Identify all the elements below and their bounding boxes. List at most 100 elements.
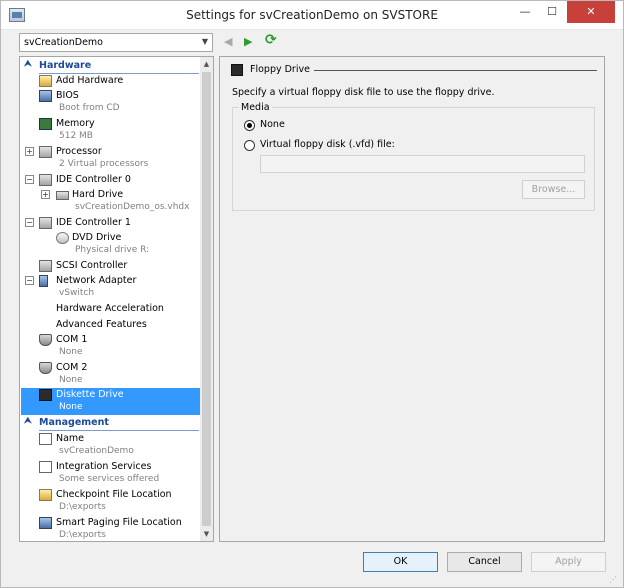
scsi-controller-icon xyxy=(39,260,52,272)
vfd-path-input[interactable] xyxy=(260,155,585,173)
expand-plus-icon[interactable]: + xyxy=(41,190,50,199)
minimize-button[interactable]: — xyxy=(512,1,538,23)
hardware-section-label: Hardware xyxy=(39,60,92,71)
close-button[interactable]: ✕ xyxy=(567,1,615,23)
radio-vfd-label: Virtual floppy disk (.vfd) file: xyxy=(260,139,395,150)
sidebar-item-label: Processor xyxy=(56,146,102,157)
sidebar-item-label: Hardware Acceleration xyxy=(56,303,164,314)
sidebar-item-detail: 512 MB xyxy=(59,131,93,141)
content-header: Floppy Drive xyxy=(228,63,598,79)
sidebar-item-name[interactable]: Name svCreationDemo xyxy=(21,432,201,458)
sidebar-item-ide-controller-0[interactable]: − IDE Controller 0 xyxy=(21,173,201,187)
sidebar-item-processor[interactable]: + Processor 2 Virtual processors xyxy=(21,145,201,171)
floppy-disk-icon xyxy=(231,64,243,76)
sidebar-item-label: Advanced Features xyxy=(56,319,147,330)
sidebar-item-label: COM 1 xyxy=(56,334,88,345)
smart-paging-icon xyxy=(39,517,52,529)
com-port-icon xyxy=(39,334,52,346)
radio-button[interactable] xyxy=(244,140,255,151)
sidebar-item-detail: svCreationDemo xyxy=(59,446,134,456)
sidebar-item-hardware-acceleration[interactable]: Hardware Acceleration xyxy=(21,302,201,316)
maximize-button[interactable]: ☐ xyxy=(539,1,565,23)
sidebar-item-com1[interactable]: COM 1 None xyxy=(21,333,201,359)
sidebar-item-label: Add Hardware xyxy=(56,75,124,86)
header-divider xyxy=(314,70,597,71)
settings-window: Settings for svCreationDemo on SVSTORE —… xyxy=(0,0,624,588)
collapse-minus-icon[interactable]: − xyxy=(25,218,34,227)
window-title: Settings for svCreationDemo on SVSTORE xyxy=(186,8,438,22)
apply-button[interactable]: Apply xyxy=(531,552,606,572)
settings-tree: ⮝ Hardware Add Hardware BIOS Boot from C… xyxy=(19,56,214,542)
sidebar-item-bios[interactable]: BIOS Boot from CD xyxy=(21,89,201,115)
dvd-disc-icon xyxy=(56,232,69,244)
sidebar-item-label: Memory xyxy=(56,118,95,129)
sidebar-item-detail: Physical drive R: xyxy=(75,245,150,255)
back-arrow-icon[interactable]: ◀ xyxy=(224,35,232,48)
vm-select-dropdown[interactable]: svCreationDemo ▼ xyxy=(19,33,213,52)
description-text: Specify a virtual floppy disk file to us… xyxy=(232,87,495,98)
sidebar-item-label: Hard Drive xyxy=(72,189,124,200)
scroll-thumb[interactable] xyxy=(202,72,211,526)
vm-select-value: svCreationDemo xyxy=(24,37,103,48)
bios-icon xyxy=(39,90,52,102)
media-group-box: Media None Virtual floppy disk (.vfd) fi… xyxy=(232,102,595,211)
sidebar-scrollbar[interactable]: ▲ ▼ xyxy=(200,56,214,542)
sidebar-item-label: Integration Services xyxy=(56,461,152,472)
sidebar-item-scsi-controller[interactable]: SCSI Controller xyxy=(21,259,201,273)
radio-button-selected[interactable] xyxy=(244,120,255,131)
management-section-header[interactable]: ⮝ Management xyxy=(21,416,201,431)
sidebar-item-com2[interactable]: COM 2 None xyxy=(21,361,201,387)
collapse-chevron-icon[interactable]: ⮝ xyxy=(24,416,32,426)
radio-none-label: None xyxy=(260,119,285,130)
cancel-button[interactable]: Cancel xyxy=(447,552,522,572)
sidebar-item-label: COM 2 xyxy=(56,362,88,373)
forward-arrow-icon[interactable]: ▶ xyxy=(244,35,252,48)
sidebar-item-detail: Boot from CD xyxy=(59,103,120,113)
processor-icon xyxy=(39,146,52,158)
sidebar-item-diskette-drive[interactable]: Diskette Drive None xyxy=(21,388,200,415)
media-group-label: Media xyxy=(239,102,272,113)
sidebar-item-integration-services[interactable]: Integration Services Some services offer… xyxy=(21,460,201,486)
sidebar-item-add-hardware[interactable]: Add Hardware xyxy=(21,74,201,88)
sidebar-item-memory[interactable]: Memory 512 MB xyxy=(21,117,201,143)
section-divider xyxy=(39,430,199,431)
sidebar-item-detail: vSwitch xyxy=(59,288,95,298)
sidebar-item-label: SCSI Controller xyxy=(56,260,128,271)
sidebar-item-detail: D:\exports xyxy=(59,530,106,540)
sidebar-item-label: DVD Drive xyxy=(72,232,122,243)
browse-button[interactable]: Browse... xyxy=(522,180,585,199)
scroll-up-arrow-icon[interactable]: ▲ xyxy=(200,57,213,71)
resize-grip-icon[interactable]: ⋰ xyxy=(609,575,617,584)
network-adapter-icon xyxy=(39,275,48,287)
sidebar-item-network-adapter[interactable]: − Network Adapter vSwitch xyxy=(21,274,201,300)
sidebar-item-label: Name xyxy=(56,433,85,444)
sidebar-item-label: IDE Controller 1 xyxy=(56,217,131,228)
sidebar-item-label: IDE Controller 0 xyxy=(56,174,131,185)
sidebar-item-label: Checkpoint File Location xyxy=(56,489,172,500)
collapse-chevron-icon[interactable]: ⮝ xyxy=(24,59,32,69)
checkpoint-folder-icon xyxy=(39,489,52,501)
expand-plus-icon[interactable]: + xyxy=(25,147,34,156)
sidebar-item-ide-controller-1[interactable]: − IDE Controller 1 xyxy=(21,216,201,230)
sidebar-item-advanced-features[interactable]: Advanced Features xyxy=(21,318,201,332)
refresh-icon[interactable]: ⟳ xyxy=(265,32,277,48)
ide-controller-icon xyxy=(39,217,52,229)
ide-controller-icon xyxy=(39,174,52,186)
sidebar-item-hard-drive[interactable]: + Hard Drive svCreationDemo_os.vhdx xyxy=(21,188,201,214)
floppy-disk-icon xyxy=(39,389,52,401)
ok-button[interactable]: OK xyxy=(363,552,438,572)
scroll-down-arrow-icon[interactable]: ▼ xyxy=(200,527,213,541)
sidebar-item-checkpoint-location[interactable]: Checkpoint File Location D:\exports xyxy=(21,488,201,514)
sidebar-item-smart-paging-location[interactable]: Smart Paging File Location D:\exports xyxy=(21,516,201,541)
chevron-down-icon: ▼ xyxy=(201,37,208,46)
title-bar: Settings for svCreationDemo on SVSTORE —… xyxy=(1,1,623,30)
settings-content-panel: Floppy Drive Specify a virtual floppy di… xyxy=(219,56,605,542)
sidebar-item-dvd-drive[interactable]: DVD Drive Physical drive R: xyxy=(21,231,201,257)
page-title: Floppy Drive xyxy=(250,64,310,75)
collapse-minus-icon[interactable]: − xyxy=(25,175,34,184)
hardware-section-header[interactable]: ⮝ Hardware xyxy=(21,59,201,74)
collapse-minus-icon[interactable]: − xyxy=(25,276,34,285)
sidebar-item-detail: 2 Virtual processors xyxy=(59,159,149,169)
sidebar-item-detail: None xyxy=(59,347,83,357)
name-card-icon xyxy=(39,433,52,445)
